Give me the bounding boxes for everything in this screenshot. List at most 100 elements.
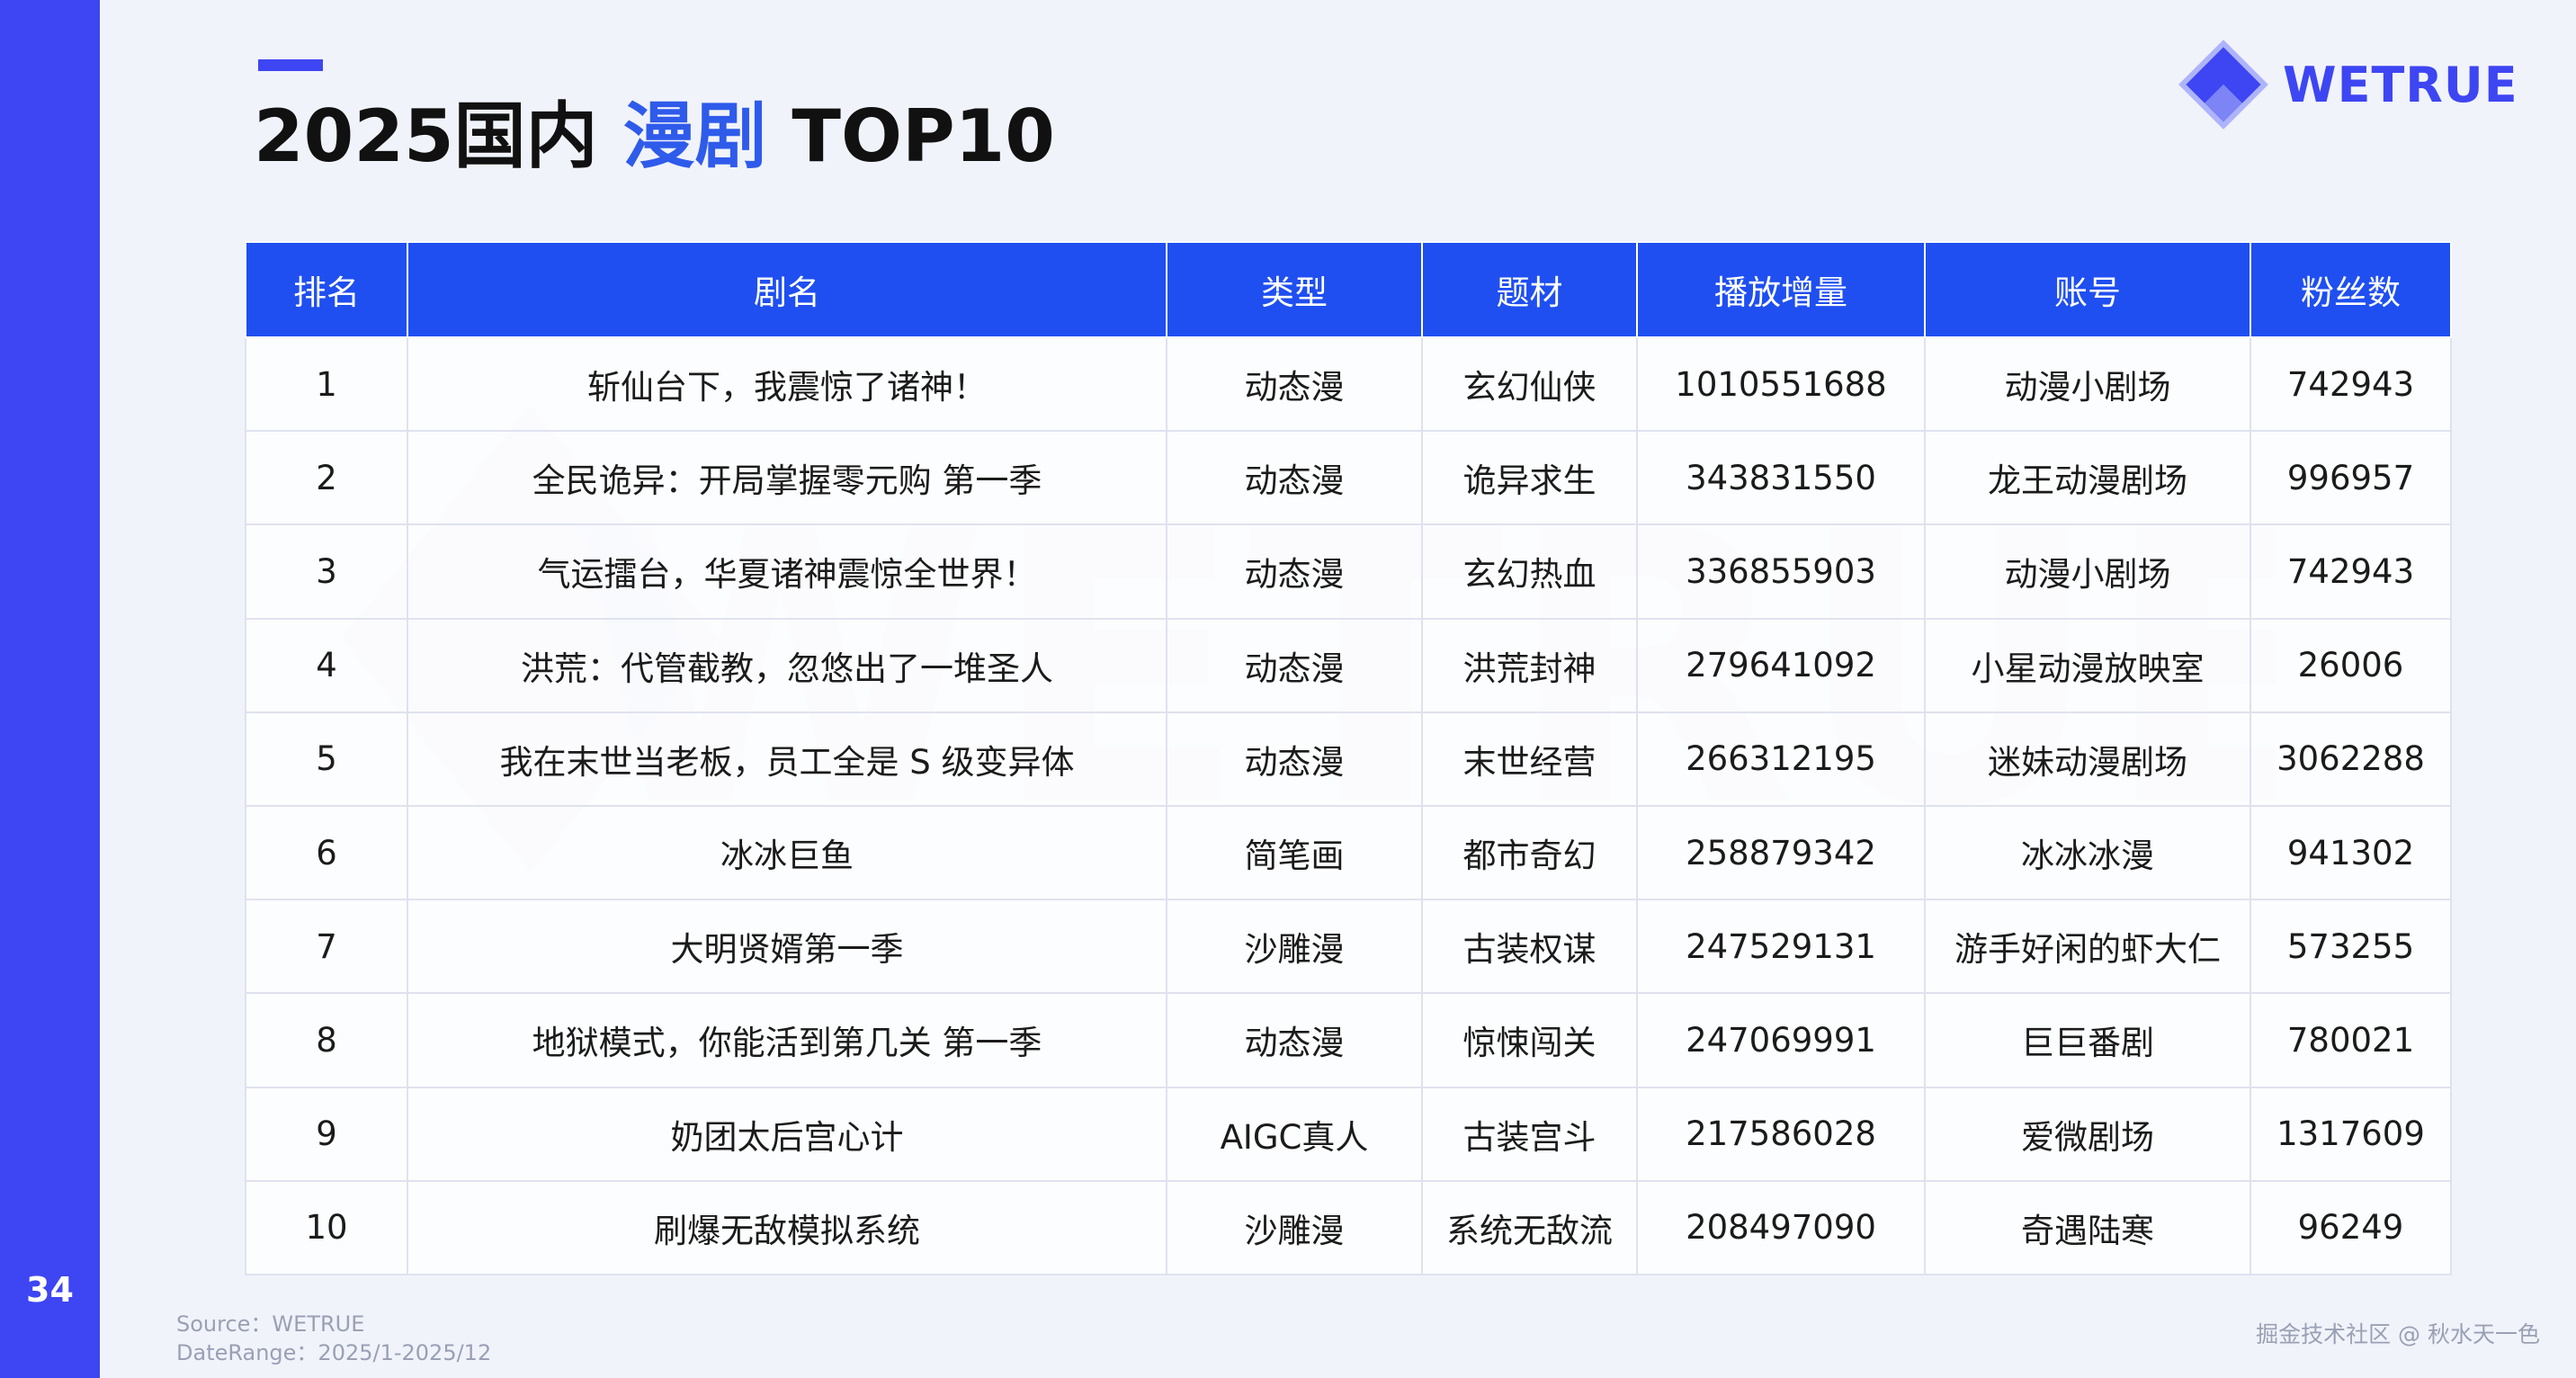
logo-text: WETRUE [2283,56,2518,113]
brand-logo: WETRUE [2177,38,2518,131]
table-header-row: 排名 剧名 类型 题材 播放增量 账号 粉丝数 [245,241,2452,338]
cell-genre: 系统无敌流 [1421,1179,1638,1276]
cell-followers: 3062288 [2250,711,2452,807]
page-title: 2025国内 漫剧 TOP10 [254,101,1055,173]
cell-rank: 8 [245,992,408,1088]
cell-play-increase: 247069991 [1636,992,1926,1088]
credit-watermark: 掘金技术社区 @ 秋水天一色 [2256,1321,2540,1347]
cell-title: 我在末世当老板，员工全是 S 级变异体 [407,711,1167,807]
header-play-increase: 播放增量 [1636,241,1926,338]
header-account: 账号 [1924,241,2251,338]
cell-rank: 9 [245,1086,408,1182]
cell-play-increase: 258879342 [1636,804,1926,901]
source-text: Source：WETRUE [176,1311,365,1337]
cell-genre: 古装宫斗 [1421,1086,1638,1182]
cell-play-increase: 247529131 [1636,899,1926,995]
table-row: 7 大明贤婿第一季 沙雕漫 古装权谋 247529131 游手好闲的虾大仁 57… [245,899,2452,995]
table-row: 1 斩仙台下，我震惊了诸神！ 动态漫 玄幻仙侠 1010551688 动漫小剧场… [245,336,2452,433]
cell-followers: 573255 [2250,899,2452,995]
cell-followers: 26006 [2250,617,2452,713]
date-range-text: DateRange：2025/1-2025/12 [176,1340,492,1365]
cell-account: 小星动漫放映室 [1924,617,2251,713]
cell-play-increase: 208497090 [1636,1179,1926,1276]
cell-title: 奶团太后宫心计 [407,1086,1167,1182]
cell-genre: 末世经营 [1421,711,1638,807]
cell-play-increase: 266312195 [1636,711,1926,807]
title-accent-bar [258,59,323,71]
cell-type: 动态漫 [1166,523,1423,620]
cell-genre: 洪荒封神 [1421,617,1638,713]
cell-followers: 742943 [2250,523,2452,620]
cell-followers: 1317609 [2250,1086,2452,1182]
header-type: 类型 [1166,241,1423,338]
cell-genre: 诡异求生 [1421,430,1638,526]
cell-play-increase: 336855903 [1636,523,1926,620]
cell-type: 动态漫 [1166,711,1423,807]
table-row: 2 全民诡异：开局掌握零元购 第一季 动态漫 诡异求生 343831550 龙王… [245,430,2452,526]
cell-genre: 玄幻热血 [1421,523,1638,620]
cell-account: 动漫小剧场 [1924,336,2251,433]
cell-play-increase: 1010551688 [1636,336,1926,433]
cell-title: 冰冰巨鱼 [407,804,1167,901]
cell-type: 沙雕漫 [1166,1179,1423,1276]
cell-rank: 5 [245,711,408,807]
table-row: 3 气运擂台，华夏诸神震惊全世界！ 动态漫 玄幻热血 336855903 动漫小… [245,523,2452,620]
cell-followers: 742943 [2250,336,2452,433]
cell-account: 奇遇陆寒 [1924,1179,2251,1276]
cell-rank: 7 [245,899,408,995]
header-genre: 题材 [1421,241,1638,338]
wetrue-diamond-logo-icon [2178,40,2268,130]
left-accent-sidebar [0,0,100,1378]
cell-title: 洪荒：代管截教，忽悠出了一堆圣人 [407,617,1167,713]
cell-type: 动态漫 [1166,336,1423,433]
cell-title: 全民诡异：开局掌握零元购 第一季 [407,430,1167,526]
cell-account: 冰冰冰漫 [1924,804,2251,901]
cell-play-increase: 217586028 [1636,1086,1926,1182]
header-rank: 排名 [245,241,408,338]
cell-type: 沙雕漫 [1166,899,1423,995]
top10-ranking-table: 排名 剧名 类型 题材 播放增量 账号 粉丝数 1 斩仙台下，我震惊了诸神！ 动… [245,241,2452,1276]
cell-account: 爱微剧场 [1924,1086,2251,1182]
table-row: 4 洪荒：代管截教，忽悠出了一堆圣人 动态漫 洪荒封神 279641092 小星… [245,617,2452,713]
cell-type: 简笔画 [1166,804,1423,901]
cell-title: 刷爆无敌模拟系统 [407,1179,1167,1276]
title-suffix: TOP10 [766,94,1055,178]
cell-genre: 惊悚闯关 [1421,992,1638,1088]
cell-followers: 996957 [2250,430,2452,526]
table-row: 9 奶团太后宫心计 AIGC真人 古装宫斗 217586028 爱微剧场 131… [245,1086,2452,1182]
cell-account: 迷妹动漫剧场 [1924,711,2251,807]
cell-followers: 96249 [2250,1179,2452,1276]
table-row: 8 地狱模式，你能活到第几关 第一季 动态漫 惊悚闯关 247069991 巨巨… [245,992,2452,1088]
cell-type: AIGC真人 [1166,1086,1423,1182]
table-row: 6 冰冰巨鱼 简笔画 都市奇幻 258879342 冰冰冰漫 941302 [245,804,2452,901]
cell-play-increase: 343831550 [1636,430,1926,526]
cell-rank: 10 [245,1179,408,1276]
cell-title: 斩仙台下，我震惊了诸神！ [407,336,1167,433]
cell-type: 动态漫 [1166,617,1423,713]
cell-genre: 玄幻仙侠 [1421,336,1638,433]
header-title: 剧名 [407,241,1167,338]
header-followers: 粉丝数 [2250,241,2452,338]
cell-title: 地狱模式，你能活到第几关 第一季 [407,992,1167,1088]
cell-account: 游手好闲的虾大仁 [1924,899,2251,995]
cell-account: 动漫小剧场 [1924,523,2251,620]
cell-rank: 3 [245,523,408,620]
cell-followers: 941302 [2250,804,2452,901]
cell-title: 大明贤婿第一季 [407,899,1167,995]
cell-title: 气运擂台，华夏诸神震惊全世界！ [407,523,1167,620]
cell-account: 巨巨番剧 [1924,992,2251,1088]
cell-account: 龙王动漫剧场 [1924,430,2251,526]
cell-type: 动态漫 [1166,992,1423,1088]
cell-rank: 4 [245,617,408,713]
table-row: 5 我在末世当老板，员工全是 S 级变异体 动态漫 末世经营 266312195… [245,711,2452,807]
title-highlight: 漫剧 [622,94,767,178]
cell-type: 动态漫 [1166,430,1423,526]
cell-genre: 都市奇幻 [1421,804,1638,901]
title-prefix: 2025国内 [254,94,623,178]
cell-followers: 780021 [2250,992,2452,1088]
cell-genre: 古装权谋 [1421,899,1638,995]
cell-rank: 1 [245,336,408,433]
cell-play-increase: 279641092 [1636,617,1926,713]
table-row: 10 刷爆无敌模拟系统 沙雕漫 系统无敌流 208497090 奇遇陆寒 962… [245,1179,2452,1276]
cell-rank: 2 [245,430,408,526]
